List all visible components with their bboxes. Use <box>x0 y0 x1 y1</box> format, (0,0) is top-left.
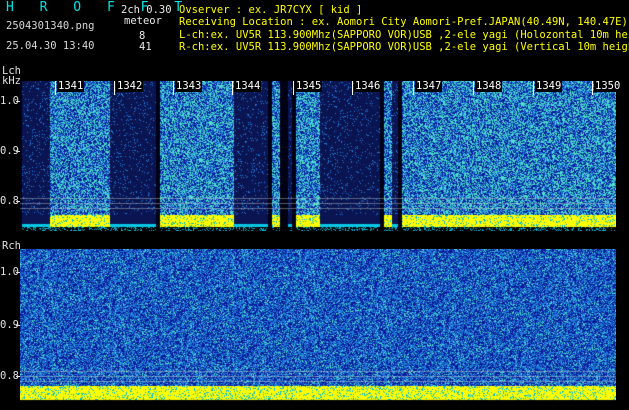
observer-line: Ovserver : ex. JR7CYX [ kid ] <box>179 4 363 16</box>
meteor-count-rch: 41 <box>139 41 152 53</box>
minute-label: 1350 <box>594 80 622 92</box>
minute-label: 1346 <box>354 80 382 92</box>
minute-tick <box>173 81 174 95</box>
lch-info-line: L-ch:ex. UV5R 113.900Mhz(SAPPORO VOR)USB… <box>179 29 629 41</box>
rch-spectrogram <box>20 249 616 402</box>
rch-info-line: R-ch:ex. UV5R 113.900Mhz(SAPPORO VOR)USB… <box>179 41 629 53</box>
lch-unit-label: kHz <box>2 75 21 87</box>
minute-tick <box>352 81 353 95</box>
minute-label: 1342 <box>116 80 144 92</box>
lch-waterfall-canvas <box>20 81 616 231</box>
minute-tick <box>114 81 115 95</box>
minute-label: 1343 <box>175 80 203 92</box>
rch-channel-label: Rch <box>2 240 21 252</box>
minute-label: 1344 <box>234 80 262 92</box>
minute-label: 1349 <box>535 80 563 92</box>
timestamp: 25.04.30 13:40 <box>6 40 95 52</box>
minute-tick <box>413 81 414 95</box>
lch-spectrogram <box>20 81 616 231</box>
location-line: Receiving Location : ex. Aomori City Aom… <box>179 16 628 28</box>
minute-tick <box>592 81 593 95</box>
minute-tick <box>533 81 534 95</box>
minute-label: 1345 <box>295 80 323 92</box>
image-filename: 2504301340.png <box>6 20 95 32</box>
minute-label: 1347 <box>415 80 443 92</box>
minute-label: 1341 <box>57 80 85 92</box>
minute-tick <box>473 81 474 95</box>
minute-tick <box>232 81 233 95</box>
meteor-label: meteor <box>124 15 162 27</box>
minute-tick <box>55 81 56 95</box>
minute-label: 1348 <box>475 80 503 92</box>
rch-waterfall-canvas <box>20 249 616 402</box>
minute-tick <box>293 81 294 95</box>
